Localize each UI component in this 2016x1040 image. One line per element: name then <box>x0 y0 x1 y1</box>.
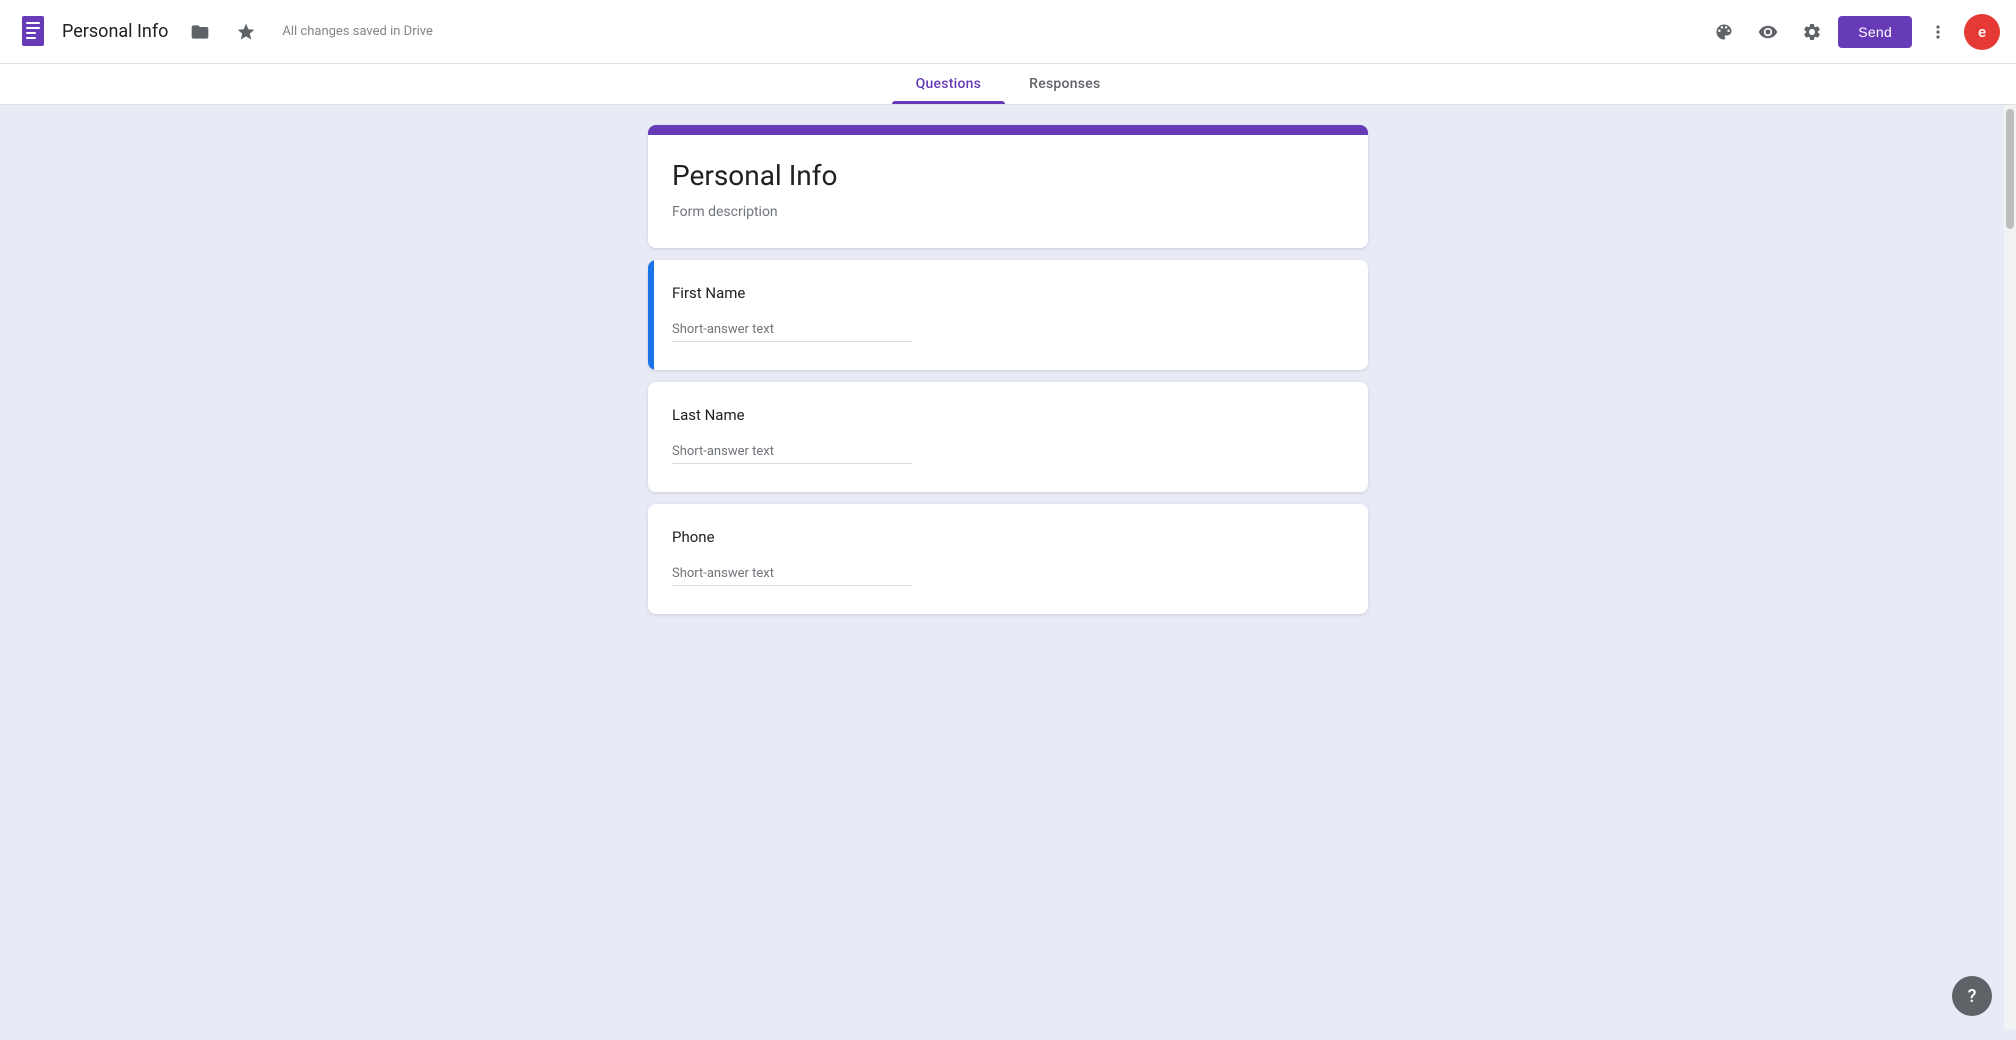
question-body-first-name: First Name Short-answer text <box>648 260 1368 370</box>
settings-button[interactable] <box>1794 14 1830 50</box>
header-card-body: Personal Info Form description <box>648 135 1368 248</box>
settings-icon <box>1802 22 1822 42</box>
scrollbar-thumb <box>2006 109 2014 229</box>
more-vert-icon <box>1928 22 1948 42</box>
palette-button[interactable] <box>1706 14 1742 50</box>
palette-icon <box>1714 22 1734 42</box>
short-answer-placeholder-last-name: Short-answer text <box>672 444 912 464</box>
tab-responses[interactable]: Responses <box>1005 64 1124 104</box>
short-answer-placeholder-first-name: Short-answer text <box>672 322 912 342</box>
question-card-phone[interactable]: Phone Short-answer text <box>648 504 1368 614</box>
preview-icon <box>1758 22 1778 42</box>
star-button[interactable] <box>228 14 264 50</box>
question-label-first-name: First Name <box>672 284 1344 302</box>
tabs-bar: Questions Responses <box>0 64 2016 105</box>
tab-questions[interactable]: Questions <box>892 64 1006 104</box>
avatar[interactable]: e <box>1964 14 2000 50</box>
help-button[interactable]: ? <box>1952 976 1992 1016</box>
toolbar-right: Send e <box>1706 14 2000 50</box>
doc-title: Personal Info <box>62 21 168 42</box>
short-answer-field-first-name: Short-answer text <box>672 322 1344 342</box>
short-answer-placeholder-phone: Short-answer text <box>672 566 912 586</box>
question-label-phone: Phone <box>672 528 1344 546</box>
scrollbar[interactable] <box>2004 105 2016 1030</box>
preview-button[interactable] <box>1750 14 1786 50</box>
question-label-last-name: Last Name <box>672 406 1344 424</box>
more-options-button[interactable] <box>1920 14 1956 50</box>
star-icon <box>236 22 256 42</box>
short-answer-field-last-name: Short-answer text <box>672 444 1344 464</box>
folder-icon <box>190 22 210 42</box>
question-body-last-name: Last Name Short-answer text <box>648 382 1368 492</box>
send-button[interactable]: Send <box>1838 16 1912 48</box>
toolbar: Personal Info All changes saved in Drive <box>0 0 2016 64</box>
form-title: Personal Info <box>672 159 1344 192</box>
app-icon <box>16 14 52 50</box>
auto-save-status: All changes saved in Drive <box>282 24 433 39</box>
toolbar-left: Personal Info All changes saved in Drive <box>16 14 1706 50</box>
form-description: Form description <box>672 204 1344 220</box>
folder-button[interactable] <box>182 14 218 50</box>
question-body-phone: Phone Short-answer text <box>648 504 1368 614</box>
form-header-card: Personal Info Form description <box>648 125 1368 248</box>
main-content: Personal Info Form description First Nam… <box>0 105 2016 1030</box>
short-answer-field-phone: Short-answer text <box>672 566 1344 586</box>
question-card-last-name[interactable]: Last Name Short-answer text <box>648 382 1368 492</box>
question-card-first-name[interactable]: First Name Short-answer text <box>648 260 1368 370</box>
